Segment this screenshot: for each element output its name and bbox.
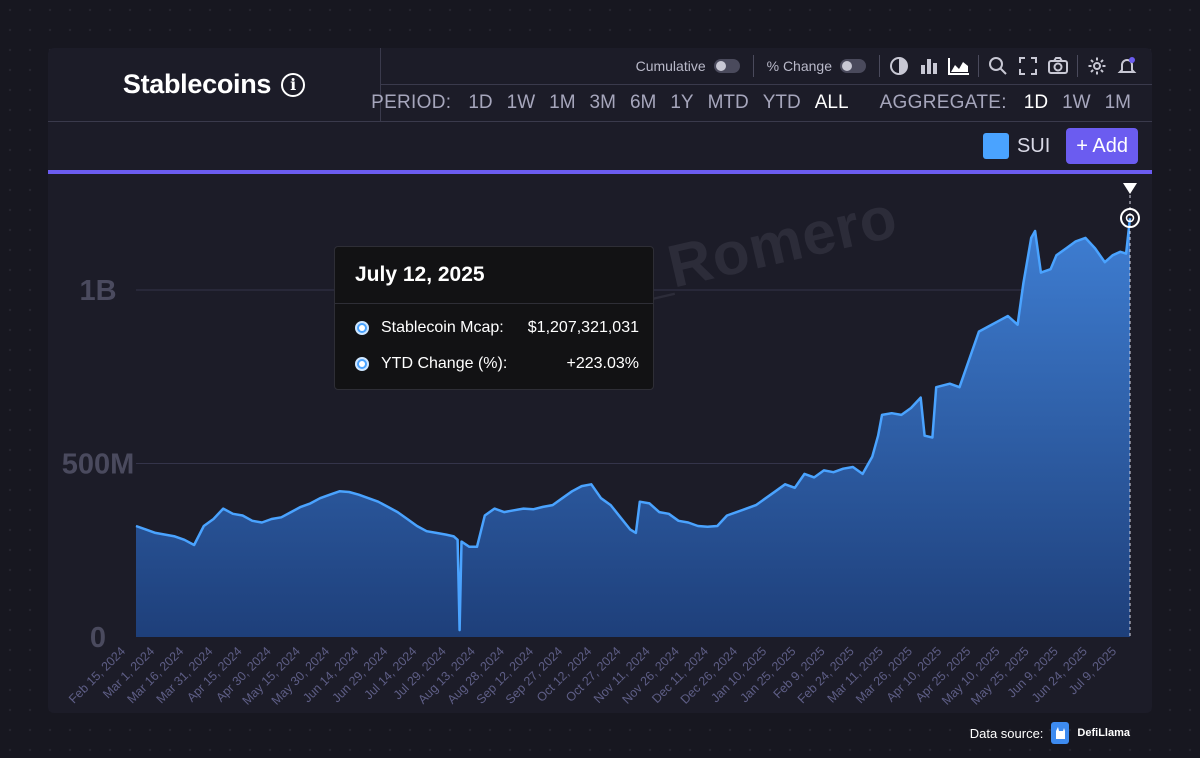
aggregate-option-1d[interactable]: 1D (1024, 92, 1048, 114)
period-option-all[interactable]: ALL (815, 92, 849, 114)
toolbar-divider (752, 55, 754, 77)
pct-change-toggle[interactable]: % Change (758, 58, 875, 74)
period-option-1w[interactable]: 1W (507, 92, 536, 114)
tooltip-date: July 12, 2025 (355, 263, 485, 286)
data-source-label: Data source: (969, 725, 1044, 741)
title-cell: Stablecoins i (48, 48, 381, 122)
aggregate-option-1m[interactable]: 1M (1105, 92, 1131, 114)
pie-chart-icon[interactable] (884, 51, 914, 81)
tooltip-marker-icon (355, 357, 369, 371)
tooltip-value: +223.03% (566, 355, 639, 372)
gear-icon[interactable] (1082, 51, 1112, 81)
chart-tooltip: July 12, 2025 Stablecoin Mcap: $1,207,32… (334, 246, 654, 390)
cumulative-switch[interactable] (713, 59, 740, 73)
aggregate-label: AGGREGATE: (879, 92, 1007, 113)
footer: Data source: DefiLlama (970, 722, 1130, 744)
toolbar-divider (1077, 55, 1078, 77)
fullscreen-icon[interactable] (1013, 51, 1043, 81)
tooltip-label: Stablecoin Mcap: (381, 319, 504, 336)
bar-chart-icon[interactable] (914, 51, 944, 81)
search-icon[interactable] (983, 51, 1013, 81)
period-option-ytd[interactable]: YTD (763, 92, 801, 114)
toolbar-divider (978, 55, 979, 77)
camera-icon[interactable] (1043, 51, 1073, 81)
toolbar: Cumulative % Change (381, 48, 1152, 85)
tooltip-row-mcap: Stablecoin Mcap: $1,207,321,031 (355, 316, 639, 340)
pct-change-label: % Change (766, 58, 832, 74)
period-label: PERIOD: (371, 92, 452, 113)
period-option-1m[interactable]: 1M (549, 92, 575, 114)
tooltip-label: YTD Change (%): (381, 355, 508, 372)
pct-change-switch[interactable] (840, 59, 866, 73)
tooltip-row-ytd: YTD Change (%): +223.03% (355, 352, 639, 376)
period-option-1y[interactable]: 1Y (670, 92, 693, 114)
legend-row: SUI + Add (48, 122, 1152, 170)
data-source-brand: DefiLlama (1077, 727, 1130, 739)
toolbar-divider (879, 55, 880, 77)
period-option-3m[interactable]: 3M (590, 92, 616, 114)
legend-label[interactable]: SUI (1017, 135, 1050, 158)
cumulative-label: Cumulative (635, 58, 706, 74)
page-title: Stablecoins (122, 69, 272, 99)
tooltip-marker-icon (355, 321, 369, 335)
period-row: PERIOD: 1D 1W 1M 3M 6M 1Y MTD YTD ALL AG… (371, 85, 1152, 122)
legend-swatch (982, 133, 1009, 159)
defillama-logo-icon (1051, 722, 1070, 744)
accent-line (48, 170, 1152, 174)
aggregate-option-1w[interactable]: 1W (1062, 92, 1091, 114)
info-icon[interactable]: i (281, 72, 306, 97)
period-option-6m[interactable]: 6M (630, 92, 656, 114)
cumulative-toggle[interactable]: Cumulative (627, 58, 749, 74)
bell-icon[interactable] (1112, 51, 1142, 81)
period-option-1d[interactable]: 1D (468, 92, 492, 114)
tooltip-value: $1,207,321,031 (527, 319, 639, 336)
period-option-mtd[interactable]: MTD (708, 92, 749, 114)
add-series-button[interactable]: + Add (1066, 128, 1138, 164)
tooltip-divider (335, 303, 653, 304)
area-chart-icon[interactable] (944, 51, 974, 81)
